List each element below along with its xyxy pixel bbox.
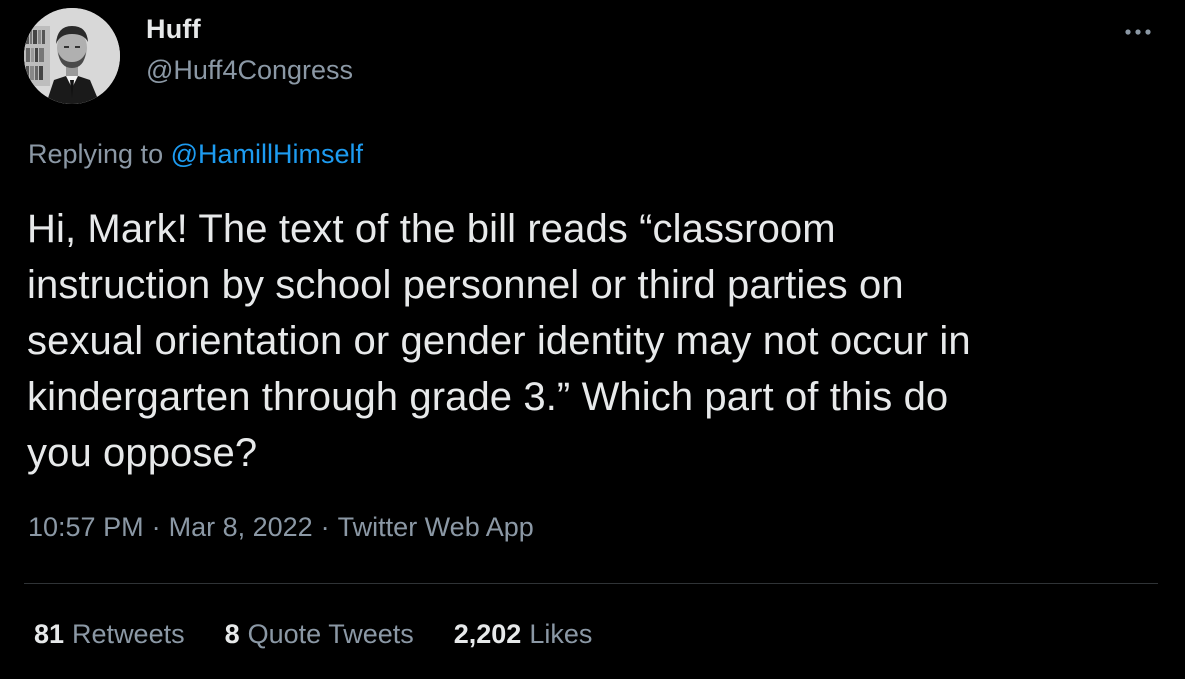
author-display-name[interactable]: Huff	[146, 14, 201, 45]
likes-label: Likes	[529, 619, 593, 649]
tweet-card: Huff @Huff4Congress Replying to @HamillH…	[0, 0, 1185, 679]
replying-to: Replying to @HamillHimself	[28, 139, 363, 170]
quote-tweets-label: Quote Tweets	[247, 619, 414, 649]
meta-separator: ·	[151, 512, 161, 542]
meta-separator: ·	[320, 512, 330, 542]
more-options-icon	[1125, 29, 1151, 35]
author-handle[interactable]: @Huff4Congress	[146, 55, 353, 86]
retweets-stat[interactable]: 81 Retweets	[34, 619, 185, 650]
tweet-source[interactable]: Twitter Web App	[338, 512, 534, 542]
tweet-text-line: you oppose?	[27, 431, 258, 475]
likes-stat[interactable]: 2,202 Likes	[454, 619, 593, 650]
divider	[24, 583, 1158, 584]
tweet-text-line: Hi, Mark! The text of the bill reads “cl…	[27, 207, 836, 251]
avatar[interactable]	[24, 8, 120, 104]
retweets-count: 81	[34, 619, 65, 649]
profile-photo-icon	[24, 8, 120, 104]
engagement-stats: 81 Retweets 8 Quote Tweets 2,202 Likes	[34, 619, 632, 650]
replying-to-label: Replying to	[28, 139, 164, 169]
tweet-text-line: kindergarten through grade 3.” Which par…	[27, 375, 949, 419]
more-options-button[interactable]	[1120, 20, 1156, 44]
tweet-metadata: 10:57 PM · Mar 8, 2022 · Twitter Web App	[28, 512, 534, 543]
quote-tweets-count: 8	[224, 619, 240, 649]
reply-mention-link[interactable]: @HamillHimself	[171, 139, 363, 169]
quote-tweets-stat[interactable]: 8 Quote Tweets	[225, 619, 414, 650]
tweet-text: Hi, Mark! The text of the bill reads “cl…	[27, 201, 1147, 481]
tweet-timestamp-time[interactable]: 10:57 PM	[28, 512, 144, 542]
tweet-text-line: instruction by school personnel or third…	[27, 263, 904, 307]
tweet-text-line: sexual orientation or gender identity ma…	[27, 319, 971, 363]
tweet-timestamp-date[interactable]: Mar 8, 2022	[169, 512, 313, 542]
retweets-label: Retweets	[72, 619, 185, 649]
likes-count: 2,202	[453, 619, 522, 649]
